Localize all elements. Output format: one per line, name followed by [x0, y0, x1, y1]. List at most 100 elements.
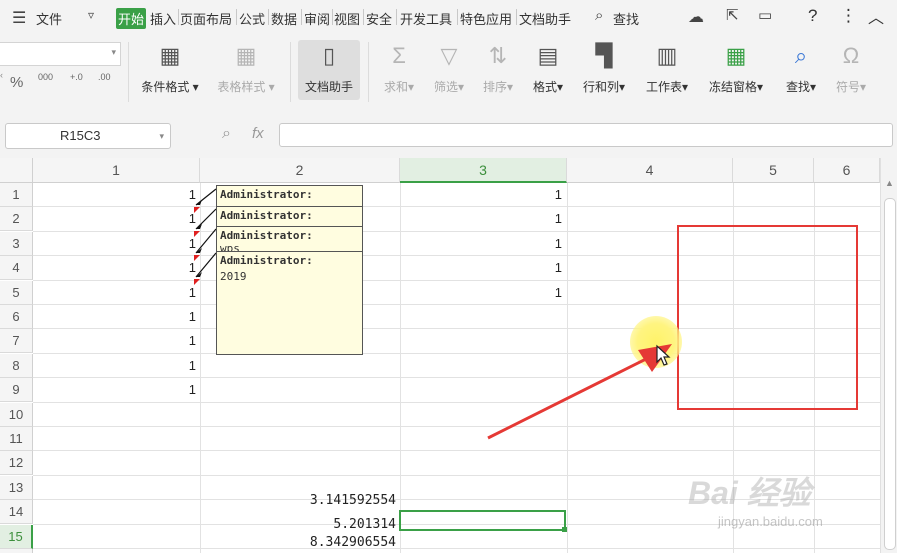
tab-formula[interactable]: 公式: [239, 9, 265, 28]
spreadsheet-grid[interactable]: 1 2 3 4 5 6 12345678910111213141516 1111…: [0, 158, 880, 553]
worksheet-button[interactable]: ▥ 工作表▾: [641, 40, 693, 95]
column-header-4[interactable]: 4: [567, 158, 733, 183]
row-header-5[interactable]: 5: [0, 280, 33, 305]
row-header-10[interactable]: 10: [0, 402, 33, 427]
increase-decimal-button[interactable]: +.0: [70, 72, 83, 82]
row-header-1[interactable]: 1: [0, 183, 33, 207]
tab-view[interactable]: 视图: [334, 9, 360, 28]
comment-indicator[interactable]: [194, 231, 200, 237]
tab-page-layout[interactable]: 页面布局: [180, 9, 232, 28]
column-header-3[interactable]: 3: [400, 158, 567, 183]
help-icon[interactable]: ?: [808, 6, 817, 26]
row-header-12[interactable]: 12: [0, 451, 33, 476]
hamburger-menu-icon[interactable]: ☰: [12, 8, 26, 28]
column-header-1[interactable]: 1: [33, 158, 200, 183]
tab-doc-helper[interactable]: 文档助手: [519, 9, 571, 28]
cell-r2c1[interactable]: 1: [33, 207, 196, 231]
freeze-panes-button[interactable]: ▦ 冻结窗格▾: [703, 40, 769, 95]
zoom-formula-icon[interactable]: ⌕: [222, 125, 231, 143]
comment-indicator[interactable]: [194, 207, 200, 213]
symbol-button[interactable]: Ω 符号▾: [830, 40, 872, 95]
cell-r16c2[interactable]: 8.342906554: [200, 531, 396, 553]
scrollbar-thumb[interactable]: [884, 198, 896, 550]
conditional-format-button[interactable]: ▦ 条件格式 ▾: [138, 40, 202, 95]
comment-indicator[interactable]: [194, 279, 200, 285]
tab-data[interactable]: 数据: [271, 9, 297, 28]
menu-search[interactable]: 查找: [613, 9, 639, 28]
row-header-11[interactable]: 11: [0, 427, 33, 451]
decrease-decimal-button[interactable]: .00: [98, 72, 111, 82]
table-style-button[interactable]: ▦ 表格样式 ▾: [213, 40, 279, 95]
menu-file[interactable]: 文件: [36, 9, 62, 28]
cloud-sync-icon[interactable]: ☁: [688, 7, 704, 27]
row-header-16[interactable]: 16: [0, 549, 33, 553]
tab-home[interactable]: 开始: [116, 8, 147, 29]
column-header-2[interactable]: 2: [200, 158, 400, 183]
comment-indicator[interactable]: [194, 255, 200, 261]
cell-r3c3[interactable]: 1: [400, 232, 562, 256]
comment-box[interactable]: Administrator:: [216, 206, 363, 227]
row-header-15[interactable]: 15: [0, 524, 33, 549]
share-icon[interactable]: ⇱: [726, 6, 739, 24]
sum-button[interactable]: Σ 求和▾: [378, 40, 420, 95]
doc-helper-button[interactable]: ▯ 文档助手: [298, 40, 360, 100]
select-all-corner[interactable]: [0, 158, 33, 183]
comment-box[interactable]: Administrator: wps: [216, 226, 363, 252]
row-header-14[interactable]: 14: [0, 500, 33, 525]
cell-r9c1[interactable]: 1: [33, 378, 196, 402]
tab-insert[interactable]: 插入: [150, 9, 176, 28]
row-header-6[interactable]: 6: [0, 305, 33, 329]
row-header-13[interactable]: 13: [0, 475, 33, 500]
filter-button[interactable]: ▽ 筛选▾: [428, 40, 470, 95]
active-cell-r15c3[interactable]: [399, 510, 566, 531]
template-icon[interactable]: ▭: [758, 6, 772, 24]
comment-box[interactable]: Administrator: 2019: [216, 251, 363, 355]
thousands-format-button[interactable]: 000: [38, 72, 53, 82]
collapse-ribbon-icon[interactable]: ︿: [868, 4, 884, 28]
rows-cols-button[interactable]: ▜ 行和列▾: [578, 40, 630, 95]
grid-line: [33, 426, 880, 427]
sort-button[interactable]: ⇅ 排序▾: [477, 40, 519, 95]
cell-r6c1[interactable]: 1: [33, 305, 196, 329]
scroll-up-icon[interactable]: ▲: [885, 178, 894, 188]
name-box[interactable]: R15C3 ▾: [5, 123, 171, 149]
fill-handle[interactable]: [562, 527, 567, 532]
row-header-9[interactable]: 9: [0, 378, 33, 403]
cell-r5c3[interactable]: 1: [400, 281, 562, 305]
percent-format-button[interactable]: %: [10, 74, 23, 91]
find-button[interactable]: ⌕ 查找▾: [780, 40, 822, 95]
more-icon[interactable]: ⋮: [840, 6, 857, 26]
quick-access-dropdown-icon[interactable]: ▿: [88, 8, 94, 22]
row-header-2[interactable]: 2: [0, 207, 33, 232]
cell-r2c3[interactable]: 1: [400, 207, 562, 231]
tab-developer[interactable]: 开发工具: [400, 9, 452, 28]
row-header-8[interactable]: 8: [0, 353, 33, 378]
cell-r8c1[interactable]: 1: [33, 354, 196, 378]
cell-r4c1[interactable]: 1: [33, 256, 196, 280]
cell-r3c1[interactable]: 1: [33, 232, 196, 256]
cell-r7c1[interactable]: 1: [33, 329, 196, 353]
cell-r14c2[interactable]: 3.141592554: [200, 489, 396, 513]
column-header-5[interactable]: 5: [733, 158, 814, 183]
format-button[interactable]: ▤ 格式▾: [527, 40, 569, 95]
comment-box[interactable]: Administrator:: [216, 185, 363, 207]
tab-review[interactable]: 审阅: [304, 9, 330, 28]
tab-special[interactable]: 特色应用: [460, 9, 512, 28]
watermark-logo: Bai 经验: [688, 475, 811, 511]
number-format-dropdown[interactable]: ▾: [0, 42, 121, 66]
row-header-3[interactable]: 3: [0, 231, 33, 256]
ribbon-divider: [290, 42, 291, 102]
tab-security[interactable]: 安全: [366, 9, 392, 28]
cell-r1c3[interactable]: 1: [400, 183, 562, 207]
row-header-7[interactable]: 7: [0, 329, 33, 354]
cell-r1c1[interactable]: 1: [33, 183, 196, 207]
fx-icon[interactable]: fx: [252, 125, 264, 142]
cell-r4c3[interactable]: 1: [400, 256, 562, 280]
column-header-6[interactable]: 6: [814, 158, 880, 183]
cell-r5c1[interactable]: 1: [33, 281, 196, 305]
search-icon[interactable]: ⌕: [595, 7, 603, 24]
vertical-scrollbar[interactable]: ▲: [880, 158, 897, 553]
row-header-4[interactable]: 4: [0, 256, 33, 281]
scroll-left-icon[interactable]: ‹: [0, 70, 3, 80]
formula-input[interactable]: [279, 123, 893, 147]
